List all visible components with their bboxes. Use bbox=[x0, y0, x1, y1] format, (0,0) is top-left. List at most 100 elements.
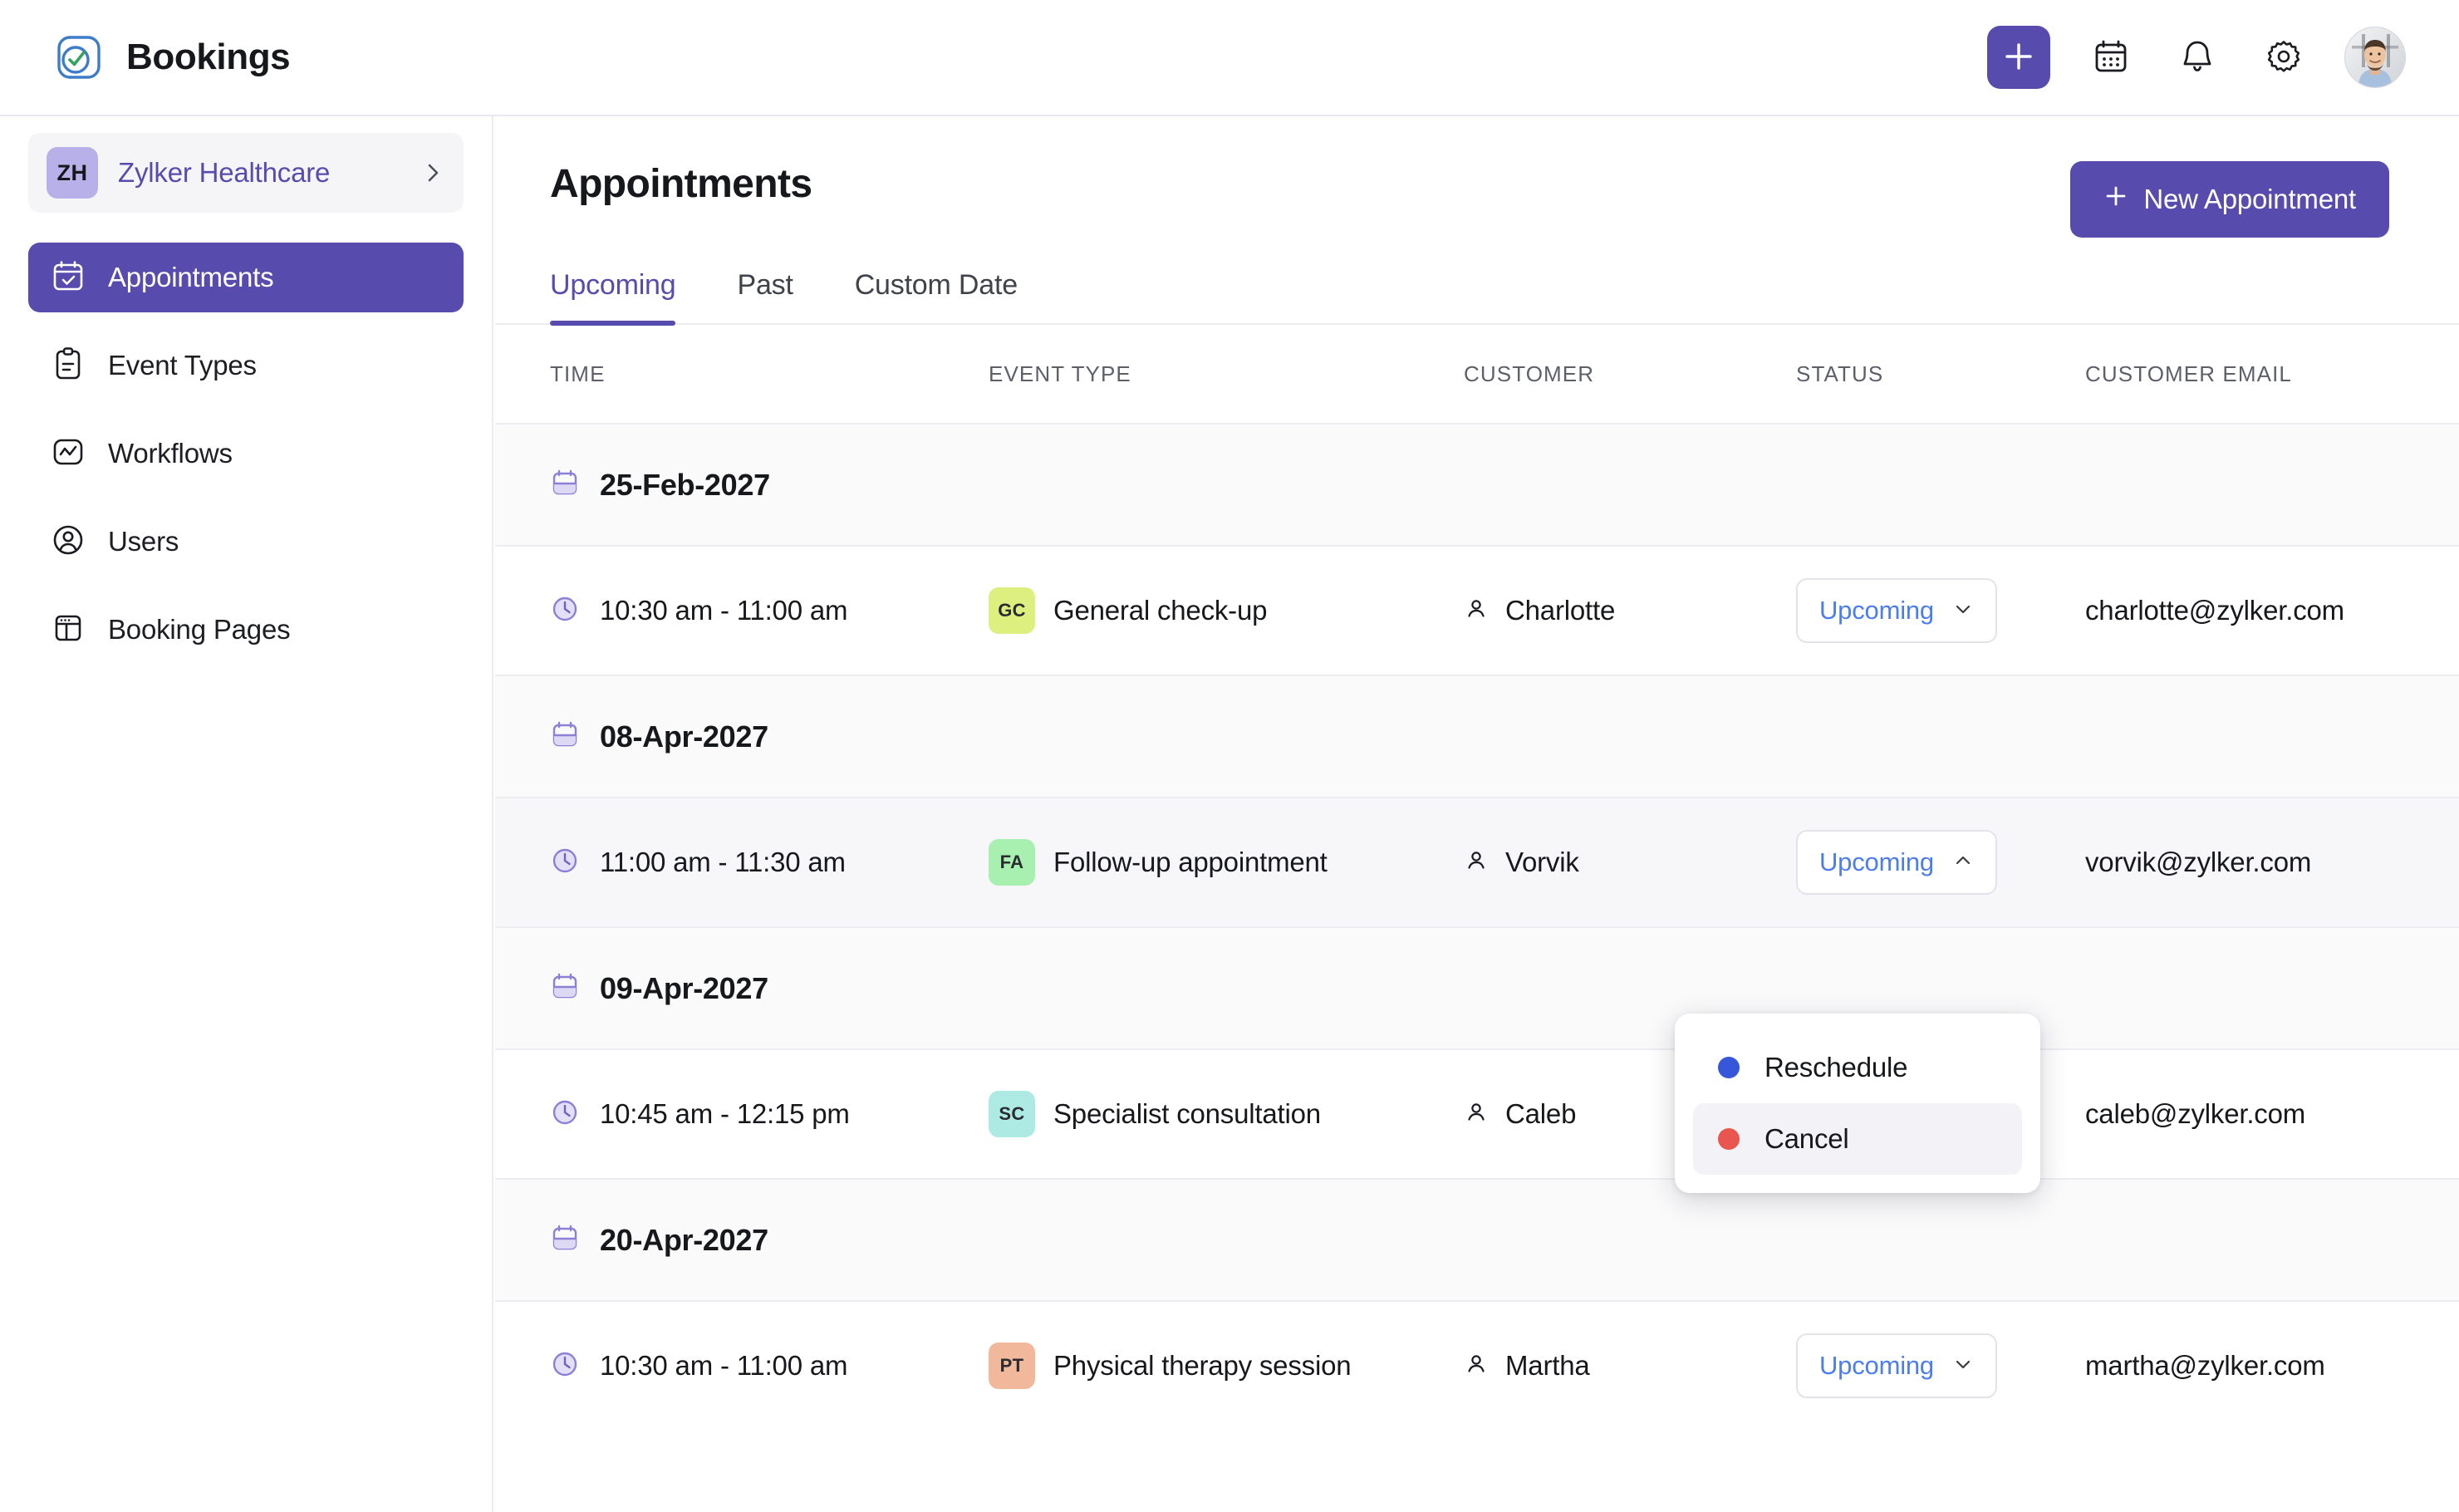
date-group-header: 09-Apr-2027 bbox=[495, 926, 2459, 1048]
time-label: 10:30 am - 11:00 am bbox=[600, 595, 848, 626]
chevron-down-icon bbox=[1952, 598, 1974, 624]
page-header: Appointments New Appointment bbox=[495, 116, 2459, 238]
layout-pages-icon bbox=[50, 610, 86, 650]
tab-bar: Upcoming Past Custom Date bbox=[495, 269, 2459, 326]
tab-upcoming[interactable]: Upcoming bbox=[550, 269, 676, 326]
customer-email-label: vorvik@zylker.com bbox=[2085, 847, 2312, 877]
cancel-dot-icon bbox=[1718, 1128, 1740, 1150]
sidebar-item-event-types[interactable]: Event Types bbox=[28, 331, 464, 400]
cell-customer: Vorvik bbox=[1464, 847, 1796, 878]
cell-status: Upcoming bbox=[1796, 1333, 2085, 1398]
customer-email-label: caleb@zylker.com bbox=[2085, 1098, 2306, 1129]
sidebar-item-label: Appointments bbox=[108, 262, 274, 292]
bookings-logo-icon bbox=[53, 32, 105, 83]
sidebar-item-appointments[interactable]: Appointments bbox=[28, 243, 464, 312]
date-group-header: 08-Apr-2027 bbox=[495, 675, 2459, 797]
person-icon bbox=[1464, 1352, 1489, 1381]
date-group-label: 09-Apr-2027 bbox=[600, 970, 768, 1005]
date-group-label: 20-Apr-2027 bbox=[600, 1222, 768, 1257]
org-switcher[interactable]: ZH Zylker Healthcare bbox=[28, 133, 464, 213]
customer-email-label: charlotte@zylker.com bbox=[2085, 595, 2344, 626]
calendar-icon bbox=[550, 1223, 580, 1257]
cell-time: 10:30 am - 11:00 am bbox=[550, 1349, 989, 1383]
org-name: Zylker Healthcare bbox=[118, 157, 331, 188]
column-header-status: STATUS bbox=[1796, 361, 1884, 386]
app-title: Bookings bbox=[126, 37, 291, 77]
event-type-badge: FA bbox=[989, 839, 1035, 886]
calendar-button[interactable] bbox=[2085, 32, 2137, 83]
status-dropdown[interactable]: Upcoming bbox=[1796, 578, 1997, 643]
cell-customer: Martha bbox=[1464, 1350, 1796, 1382]
reschedule-dot-icon bbox=[1718, 1057, 1740, 1078]
menu-item-label: Cancel bbox=[1764, 1123, 1849, 1154]
sidebar-item-booking-pages[interactable]: Booking Pages bbox=[28, 595, 464, 665]
sidebar-item-users[interactable]: Users bbox=[28, 507, 464, 577]
status-label: Upcoming bbox=[1819, 596, 1934, 625]
tab-past[interactable]: Past bbox=[737, 269, 793, 323]
top-bar-actions bbox=[1987, 26, 2459, 89]
appointments-table: TIME EVENT TYPE CUSTOMER STATUS CUSTOMER… bbox=[495, 325, 2459, 1430]
calendar-icon bbox=[550, 971, 580, 1005]
chevron-right-icon bbox=[420, 160, 445, 185]
sidebar: ZH Zylker Healthcare Appointments Event … bbox=[0, 116, 493, 1512]
gear-icon bbox=[2265, 37, 2303, 78]
clock-icon bbox=[550, 846, 580, 880]
cell-time: 10:30 am - 11:00 am bbox=[550, 594, 989, 628]
status-dropdown[interactable]: Upcoming bbox=[1796, 830, 1997, 895]
column-header-event-type: EVENT TYPE bbox=[989, 361, 1131, 386]
notifications-button[interactable] bbox=[2172, 32, 2223, 83]
person-icon bbox=[1464, 1100, 1489, 1129]
event-type-label: Specialist consultation bbox=[1053, 1098, 1321, 1129]
cell-event-type: GC General check-up bbox=[989, 587, 1464, 634]
table-row[interactable]: 11:00 am - 11:30 am FA Follow-up appoint… bbox=[495, 797, 2459, 926]
new-appointment-button[interactable]: New Appointment bbox=[2070, 161, 2389, 238]
event-type-badge: PT bbox=[989, 1343, 1035, 1389]
event-type-label: Physical therapy session bbox=[1053, 1350, 1352, 1381]
table-row[interactable]: 10:45 am - 12:15 pm SC Specialist consul… bbox=[495, 1048, 2459, 1178]
chevron-down-icon bbox=[1952, 1353, 1974, 1379]
settings-button[interactable] bbox=[2258, 32, 2309, 83]
menu-item-cancel[interactable]: Cancel bbox=[1693, 1103, 2022, 1175]
menu-item-reschedule[interactable]: Reschedule bbox=[1693, 1032, 2022, 1103]
cell-time: 10:45 am - 12:15 pm bbox=[550, 1097, 989, 1132]
time-label: 10:45 am - 12:15 pm bbox=[600, 1098, 850, 1129]
date-group-label: 25-Feb-2027 bbox=[600, 467, 770, 502]
status-label: Upcoming bbox=[1819, 847, 1934, 876]
cell-time: 11:00 am - 11:30 am bbox=[550, 846, 989, 880]
time-label: 11:00 am - 11:30 am bbox=[600, 847, 846, 877]
avatar[interactable] bbox=[2344, 27, 2406, 88]
customer-email-label: martha@zylker.com bbox=[2085, 1350, 2325, 1381]
calendar-check-icon bbox=[50, 258, 86, 298]
cell-event-type: SC Specialist consultation bbox=[989, 1091, 1464, 1137]
sidebar-item-label: Workflows bbox=[108, 438, 233, 469]
table-row[interactable]: 10:30 am - 11:00 am GC General check-up … bbox=[495, 545, 2459, 675]
chevron-up-icon bbox=[1952, 850, 1974, 876]
tab-custom-date[interactable]: Custom Date bbox=[855, 269, 1018, 323]
cell-customer-email: caleb@zylker.com bbox=[2085, 1098, 2459, 1130]
table-row[interactable]: 10:30 am - 11:00 am PT Physical therapy … bbox=[495, 1300, 2459, 1430]
calendar-icon bbox=[550, 468, 580, 502]
add-button[interactable] bbox=[1987, 26, 2050, 89]
event-type-badge: SC bbox=[989, 1091, 1035, 1137]
clock-icon bbox=[550, 1349, 580, 1383]
plus-icon bbox=[2002, 40, 2035, 76]
column-header-time: TIME bbox=[550, 361, 606, 386]
calendar-icon bbox=[2092, 37, 2130, 78]
top-bar: Bookings bbox=[0, 0, 2459, 116]
sidebar-item-workflows[interactable]: Workflows bbox=[28, 419, 464, 488]
cell-customer: Charlotte bbox=[1464, 595, 1796, 626]
customer-label: Caleb bbox=[1505, 1098, 1577, 1129]
cell-customer-email: martha@zylker.com bbox=[2085, 1350, 2459, 1382]
event-type-label: Follow-up appointment bbox=[1053, 847, 1328, 877]
time-label: 10:30 am - 11:00 am bbox=[600, 1350, 848, 1381]
person-icon bbox=[1464, 848, 1489, 877]
event-type-label: General check-up bbox=[1053, 595, 1268, 626]
cell-event-type: PT Physical therapy session bbox=[989, 1343, 1464, 1389]
table-header-row: TIME EVENT TYPE CUSTOMER STATUS CUSTOMER… bbox=[495, 325, 2459, 423]
new-appointment-label: New Appointment bbox=[2143, 184, 2356, 214]
date-group-header: 20-Apr-2027 bbox=[495, 1178, 2459, 1300]
clock-icon bbox=[550, 1097, 580, 1132]
status-label: Upcoming bbox=[1819, 1351, 1934, 1380]
status-dropdown[interactable]: Upcoming bbox=[1796, 1333, 1997, 1398]
page-title: Appointments bbox=[550, 162, 812, 206]
